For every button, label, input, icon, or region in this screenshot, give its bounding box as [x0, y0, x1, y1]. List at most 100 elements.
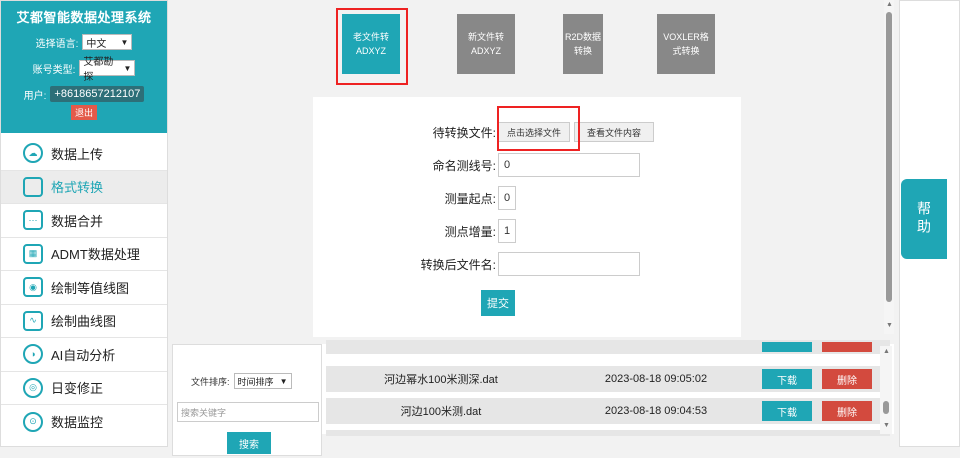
- scroll-thumb[interactable]: [886, 12, 892, 302]
- search-input[interactable]: 搜索关键字: [177, 402, 319, 422]
- file-label: 待转换文件:: [432, 125, 496, 140]
- sidebar-item-label: 绘制曲线图: [51, 314, 117, 330]
- convert-icon: [23, 176, 43, 197]
- tool-label: 新文件转ADXYZ: [467, 32, 504, 56]
- language-select[interactable]: 中文 ▼: [82, 34, 133, 50]
- table-row-partial: [326, 430, 890, 436]
- file-name: 河边100米测.dat: [400, 406, 482, 418]
- sidebar-item-label: 数据监控: [51, 415, 104, 431]
- sidebar-item-ai[interactable]: ◑ AI自动分析: [1, 338, 167, 372]
- file-filter-panel: 文件排序: 时间排序 ▼ 搜索关键字 搜索: [172, 344, 322, 456]
- tool-voxler-convert[interactable]: VOXLER格式转换: [657, 14, 715, 74]
- correction-icon: ◎: [23, 377, 43, 398]
- scroll-thumb[interactable]: [883, 401, 889, 414]
- help-button[interactable]: 帮助: [901, 179, 947, 259]
- sidebar-item-monitor[interactable]: ⊙ 数据监控: [1, 405, 167, 439]
- download-button[interactable]: [762, 342, 812, 352]
- delete-button[interactable]: 删除: [822, 369, 872, 389]
- sidebar-item-upload[interactable]: ☁ 数据上传: [1, 137, 167, 171]
- account-type-label: 账号类型:: [32, 64, 76, 76]
- sort-select[interactable]: 时间排序 ▼: [233, 373, 292, 389]
- chevron-down-icon: ▼: [123, 63, 132, 73]
- outname-label: 转换后文件名:: [420, 257, 496, 272]
- view-file-button[interactable]: 查看文件内容: [574, 122, 654, 142]
- outname-row: 转换后文件名:: [388, 252, 640, 276]
- download-button[interactable]: 下载: [762, 369, 812, 389]
- merge-icon: ⋯: [23, 210, 43, 231]
- chevron-down-icon: ▼: [279, 376, 288, 386]
- sidebar-item-label: 数据上传: [51, 146, 104, 162]
- language-row: 选择语言: 中文 ▼: [1, 34, 167, 50]
- line-row: 命名测线号: 0: [388, 153, 640, 177]
- tool-label: R2D数据转换: [565, 32, 602, 56]
- line-input[interactable]: 0: [498, 153, 640, 177]
- scroll-up-icon: ▲: [883, 348, 890, 355]
- cloud-upload-icon: ☁: [23, 143, 43, 164]
- user-phone: +8618657212107: [50, 86, 145, 102]
- file-list-scrollbar[interactable]: ▲ ▼: [880, 346, 892, 434]
- account-type-value: 艾都勘探: [83, 57, 114, 83]
- sidebar-item-correction[interactable]: ◎ 日变修正: [1, 372, 167, 405]
- sidebar-header: 艾都智能数据处理系统 选择语言: 中文 ▼ 账号类型: 艾都勘探 ▼ 用户: +…: [1, 1, 167, 133]
- file-list: 河边幂水100米测深.dat 2023-08-18 09:05:02 下载 删除…: [322, 340, 894, 436]
- sidebar-item-label: 日变修正: [51, 381, 104, 397]
- language-value: 中文: [86, 38, 107, 50]
- sort-row: 文件排序: 时间排序 ▼: [191, 373, 292, 389]
- sidebar-item-label: ADMT数据处理: [51, 247, 140, 263]
- highlight-box: [497, 106, 580, 151]
- logout-row: 退出: [1, 105, 167, 120]
- main-scrollbar[interactable]: ▲ ▼: [884, 0, 894, 334]
- tool-new-file-to-adxyz[interactable]: 新文件转ADXYZ: [457, 14, 515, 74]
- step-row: 测点增量: 1: [388, 219, 516, 243]
- step-input[interactable]: 1: [498, 219, 516, 243]
- table-row: 河边100米测.dat 2023-08-18 09:04:53 下载 删除: [326, 398, 890, 424]
- account-type-row: 账号类型: 艾都勘探 ▼: [1, 57, 167, 83]
- language-label: 选择语言:: [35, 38, 79, 50]
- table-row-partial: [326, 340, 890, 354]
- scroll-down-icon: ▼: [886, 322, 893, 329]
- sort-label: 文件排序:: [191, 376, 230, 387]
- monitor-icon: ⊙: [23, 411, 43, 432]
- delete-button[interactable]: 删除: [822, 401, 872, 421]
- sidebar-item-convert[interactable]: 格式转换: [1, 170, 167, 204]
- sidebar-item-label: 数据合并: [51, 213, 104, 229]
- download-button[interactable]: 下载: [762, 401, 812, 421]
- app-title: 艾都智能数据处理系统: [16, 10, 152, 25]
- chevron-down-icon: ▼: [120, 37, 129, 47]
- sidebar-item-label: AI自动分析: [51, 347, 116, 363]
- logout-button[interactable]: 退出: [70, 105, 97, 120]
- scroll-up-icon: ▲: [886, 1, 893, 8]
- tool-r2d-convert[interactable]: R2D数据转换: [563, 14, 603, 74]
- user-row: 用户: +8618657212107: [1, 86, 167, 102]
- sort-value: 时间排序: [237, 376, 274, 387]
- sidebar-item-merge[interactable]: ⋯ 数据合并: [1, 204, 167, 238]
- file-time: 2023-08-18 09:04:53: [604, 405, 708, 417]
- delete-button[interactable]: [822, 342, 872, 352]
- ai-icon: ◑: [23, 344, 43, 365]
- sidebar-item-label: 格式转换: [51, 180, 104, 196]
- user-label: 用户:: [23, 90, 47, 102]
- process-icon: ▦: [23, 243, 43, 264]
- sidebar-item-curve[interactable]: ∿ 绘制曲线图: [1, 305, 167, 338]
- highlight-box: [336, 8, 408, 85]
- start-input[interactable]: 0: [498, 186, 516, 210]
- sidebar-item-label: 绘制等值线图: [51, 280, 130, 296]
- step-label: 测点增量:: [444, 224, 496, 239]
- account-type-select[interactable]: 艾都勘探 ▼: [79, 57, 136, 83]
- sidebar: 艾都智能数据处理系统 选择语言: 中文 ▼ 账号类型: 艾都勘探 ▼ 用户: +…: [0, 0, 168, 447]
- tool-label: VOXLER格式转换: [663, 32, 709, 56]
- search-button[interactable]: 搜索: [227, 432, 271, 454]
- table-row: 河边幂水100米测深.dat 2023-08-18 09:05:02 下载 删除: [326, 366, 890, 392]
- scroll-down-icon: ▼: [883, 422, 890, 429]
- contour-icon: ◉: [23, 277, 43, 298]
- sidebar-item-admt[interactable]: ▦ ADMT数据处理: [1, 238, 167, 271]
- curve-icon: ∿: [23, 310, 43, 331]
- start-row: 测量起点: 0: [388, 186, 516, 210]
- sidebar-nav: ☁ 数据上传 格式转换 ⋯ 数据合并 ▦ ADMT数据处理 ◉ 绘制等值线图 ∿…: [1, 133, 167, 439]
- line-label: 命名测线号:: [432, 158, 496, 173]
- submit-button[interactable]: 提交: [481, 290, 515, 316]
- start-label: 测量起点:: [444, 191, 496, 206]
- file-name: 河边幂水100米测深.dat: [384, 374, 498, 386]
- sidebar-item-contour[interactable]: ◉ 绘制等值线图: [1, 271, 167, 305]
- outname-input[interactable]: [498, 252, 640, 276]
